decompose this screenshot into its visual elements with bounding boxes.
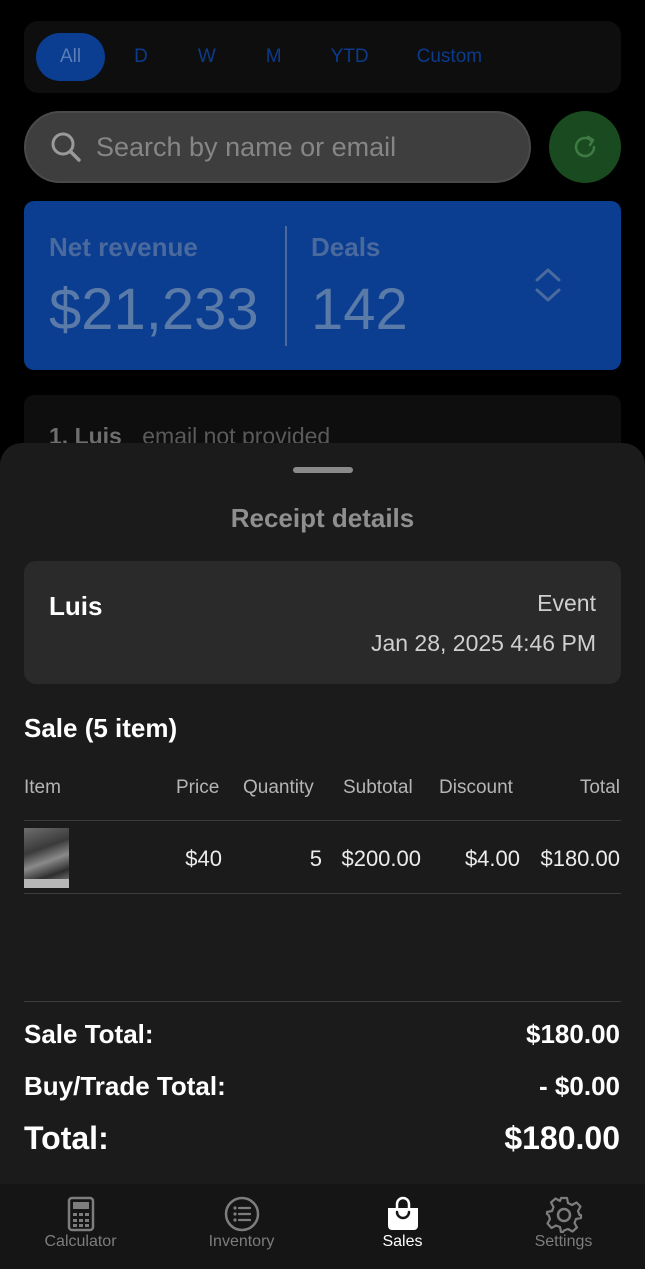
search-input[interactable] [96,131,516,163]
refresh-icon [574,135,596,158]
row-quantity: 5 [309,846,322,871]
column-header-item: Item [24,777,61,798]
item-thumbnail[interactable] [24,828,69,888]
deals-label: Deals [311,232,381,262]
table-divider [24,820,621,821]
gear-icon [545,1196,582,1234]
tab-sales-label: Sales [382,1233,423,1250]
tab-calculator-label: Calculator [44,1233,117,1250]
deals-value: 142 [311,277,408,342]
customer-name: Luis [49,591,103,621]
sale-total-value: $180.00 [526,1019,620,1049]
column-header-quantity: Quantity [243,777,314,798]
tab-settings[interactable]: Settings [483,1184,644,1269]
net-revenue-label: Net revenue [49,232,198,262]
customer-card: Luis Event Jan 28, 2025 4:46 PM [24,561,621,684]
row-discount: $4.00 [464,846,520,871]
buy-trade-total-label: Buy/Trade Total: [24,1071,226,1101]
sale-heading: Sale (5 item) [24,713,178,743]
grand-total-value: $180.00 [504,1120,620,1156]
filter-day[interactable]: D [109,33,173,81]
tab-inventory[interactable]: Inventory [161,1184,322,1269]
sale-total-label: Sale Total: [24,1019,154,1049]
sort-toggle-icon[interactable] [534,267,562,303]
column-header-total: Total [579,777,620,798]
event-label: Event [537,590,596,616]
column-header-price: Price [176,777,220,798]
filter-week[interactable]: W [173,33,241,81]
net-revenue-value: $21,233 [49,277,259,342]
buy-trade-total-value: - $0.00 [539,1071,620,1101]
refresh-button[interactable] [549,111,621,183]
tab-inventory-label: Inventory [208,1233,275,1250]
stats-card[interactable]: Net revenue $21,233 Deals 142 [24,201,621,370]
stats-divider [285,226,287,346]
tab-sales[interactable]: Sales [322,1184,483,1269]
tab-settings-label: Settings [534,1233,593,1250]
filter-ytd[interactable]: YTD [307,33,393,81]
sheet-title: Receipt details [230,503,415,533]
row-total: $180.00 [540,846,620,871]
search-icon [51,132,81,162]
list-icon [224,1196,259,1232]
filter-all[interactable]: All [36,33,106,81]
table-row-divider [24,893,621,894]
bottom-tab-bar: Calculator Inventory Sales Settings [0,1184,645,1269]
filter-month[interactable]: M [241,33,307,81]
row-subtotal: $200.00 [341,846,421,871]
filter-custom[interactable]: Custom [393,33,506,81]
column-header-subtotal: Subtotal [343,777,413,798]
search-bar[interactable] [24,111,531,183]
grand-total-label: Total: [24,1120,109,1156]
calculator-icon [67,1196,94,1232]
sheet-grabber[interactable] [293,467,353,473]
totals-divider [24,1001,621,1002]
row-price: $40 [185,846,222,871]
receipt-date: Jan 28, 2025 4:46 PM [370,630,596,656]
tab-calculator[interactable]: Calculator [0,1184,161,1269]
receipt-bottom-sheet: Receipt details Luis Event Jan 28, 2025 … [0,443,645,1184]
shopping-bag-icon [387,1196,418,1230]
column-header-discount: Discount [439,777,513,798]
date-filter-bar: All D W M YTD Custom [24,21,621,93]
